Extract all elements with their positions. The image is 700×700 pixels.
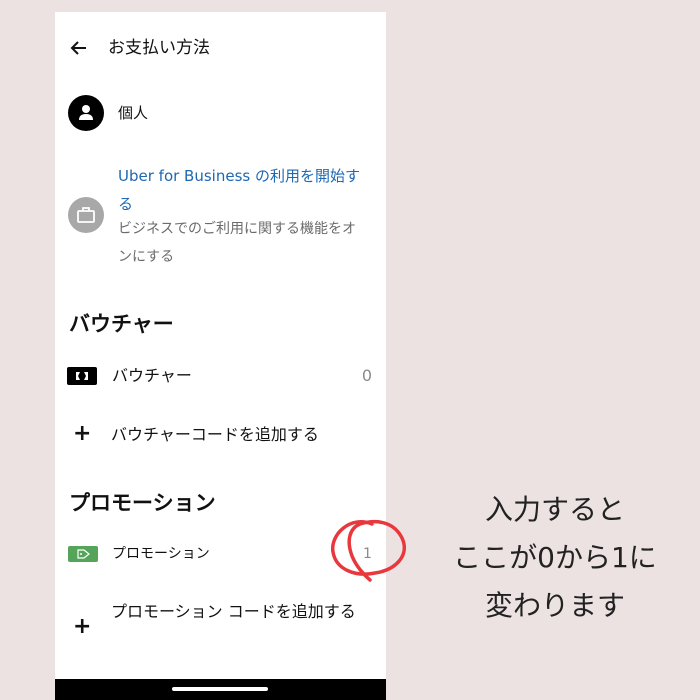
voucher-section-heading: バウチャー [69, 312, 174, 336]
annotation-text: 入力すると ここが0から1に 変わります [420, 486, 690, 630]
annotation-line: ここが0から1に [453, 541, 657, 574]
plus-icon: + [73, 614, 92, 639]
promotion-count: 1 [363, 546, 372, 562]
back-button[interactable] [67, 36, 91, 60]
uber-for-business-description: ビジネスでのご利用に関する機能をオンにする [118, 221, 356, 265]
promotion-section-heading: プロモーション [69, 491, 216, 515]
arrow-left-icon [70, 41, 86, 55]
personal-profile-label[interactable]: 個人 [118, 102, 148, 124]
briefcase-icon [68, 197, 104, 233]
promotion-item-label[interactable]: プロモーション [112, 542, 210, 566]
annotation-line: 入力すると [484, 493, 625, 526]
uber-for-business-link[interactable]: Uber for Business の利用を開始する [118, 162, 363, 218]
add-promotion-code-button[interactable]: プロモーション コードを追加する [111, 598, 371, 626]
person-icon [68, 95, 104, 131]
voucher-item-label[interactable]: バウチャー [112, 364, 192, 388]
ticket-icon [67, 367, 97, 385]
phone-screen: お支払い方法 個人 Uber for Business の利用を開始する ビジネ… [55, 12, 386, 700]
add-voucher-code-button[interactable]: バウチャーコードを追加する [111, 423, 319, 447]
home-indicator[interactable] [172, 687, 268, 691]
voucher-count: 0 [361, 366, 372, 385]
tag-icon [68, 546, 98, 562]
page-title: お支払い方法 [108, 38, 210, 58]
annotation-line: 変わります [484, 589, 625, 622]
system-nav-bar [55, 679, 386, 700]
plus-icon: + [73, 421, 92, 446]
